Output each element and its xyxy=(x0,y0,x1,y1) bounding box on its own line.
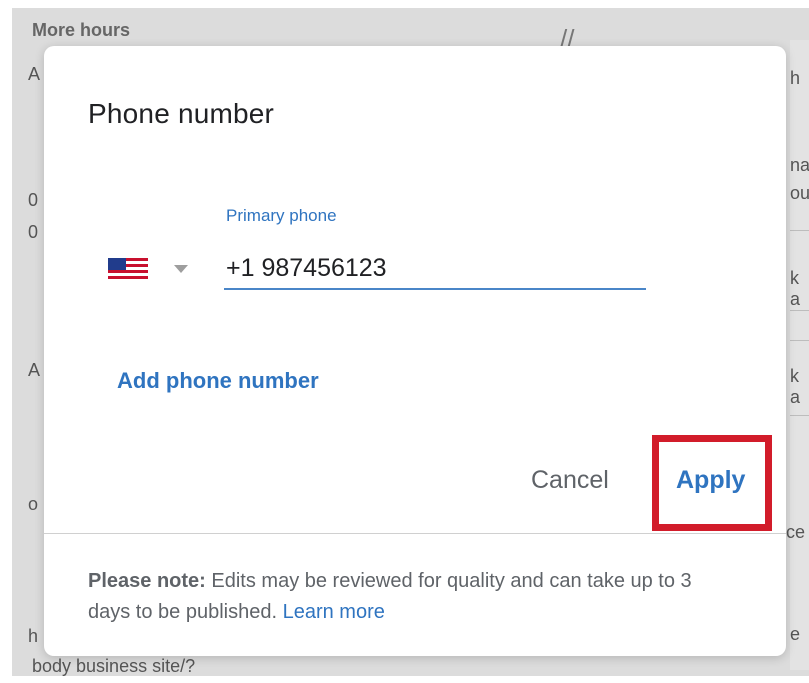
add-phone-number-link[interactable]: Add phone number xyxy=(117,368,319,394)
background-fragment: A xyxy=(28,360,41,380)
background-fragment: o xyxy=(28,494,39,514)
learn-more-link[interactable]: Learn more xyxy=(283,601,385,623)
divider xyxy=(790,230,809,231)
background-fragment: k a xyxy=(790,366,801,407)
phone-number-dialog: Phone number Primary phone Add phone num… xyxy=(44,46,786,656)
dialog-divider xyxy=(44,533,786,534)
country-code-dropdown[interactable] xyxy=(106,250,196,286)
background-fragment: e xyxy=(790,624,801,644)
divider xyxy=(790,340,809,341)
note-prefix: Please note: xyxy=(88,570,206,592)
edit-review-note: Please note: Edits may be reviewed for q… xyxy=(88,566,728,628)
dropdown-arrow-icon xyxy=(174,265,188,273)
background-fragment: h xyxy=(790,68,801,88)
background-right-panel xyxy=(790,40,809,670)
dialog-title: Phone number xyxy=(88,98,275,129)
divider xyxy=(790,415,809,416)
background-fragment: h xyxy=(28,626,39,646)
background-fragment: ce xyxy=(786,522,806,542)
background-fragment: k a xyxy=(790,268,801,309)
us-flag-icon xyxy=(108,258,148,280)
highlight-annotation-box xyxy=(652,435,772,531)
background-fragment: na xyxy=(790,155,809,175)
primary-phone-input[interactable] xyxy=(224,248,646,290)
background-heading: More hours xyxy=(32,20,131,40)
background-fragment: 0 xyxy=(28,190,39,210)
background-fragment: 0 xyxy=(28,222,39,242)
cancel-button[interactable]: Cancel xyxy=(531,466,609,495)
background-bottom-text: body business site/? xyxy=(32,656,196,676)
background-fragment: ou xyxy=(790,183,809,203)
background-fragment: A xyxy=(28,64,41,84)
primary-phone-label: Primary phone xyxy=(226,206,337,225)
divider xyxy=(790,310,809,311)
